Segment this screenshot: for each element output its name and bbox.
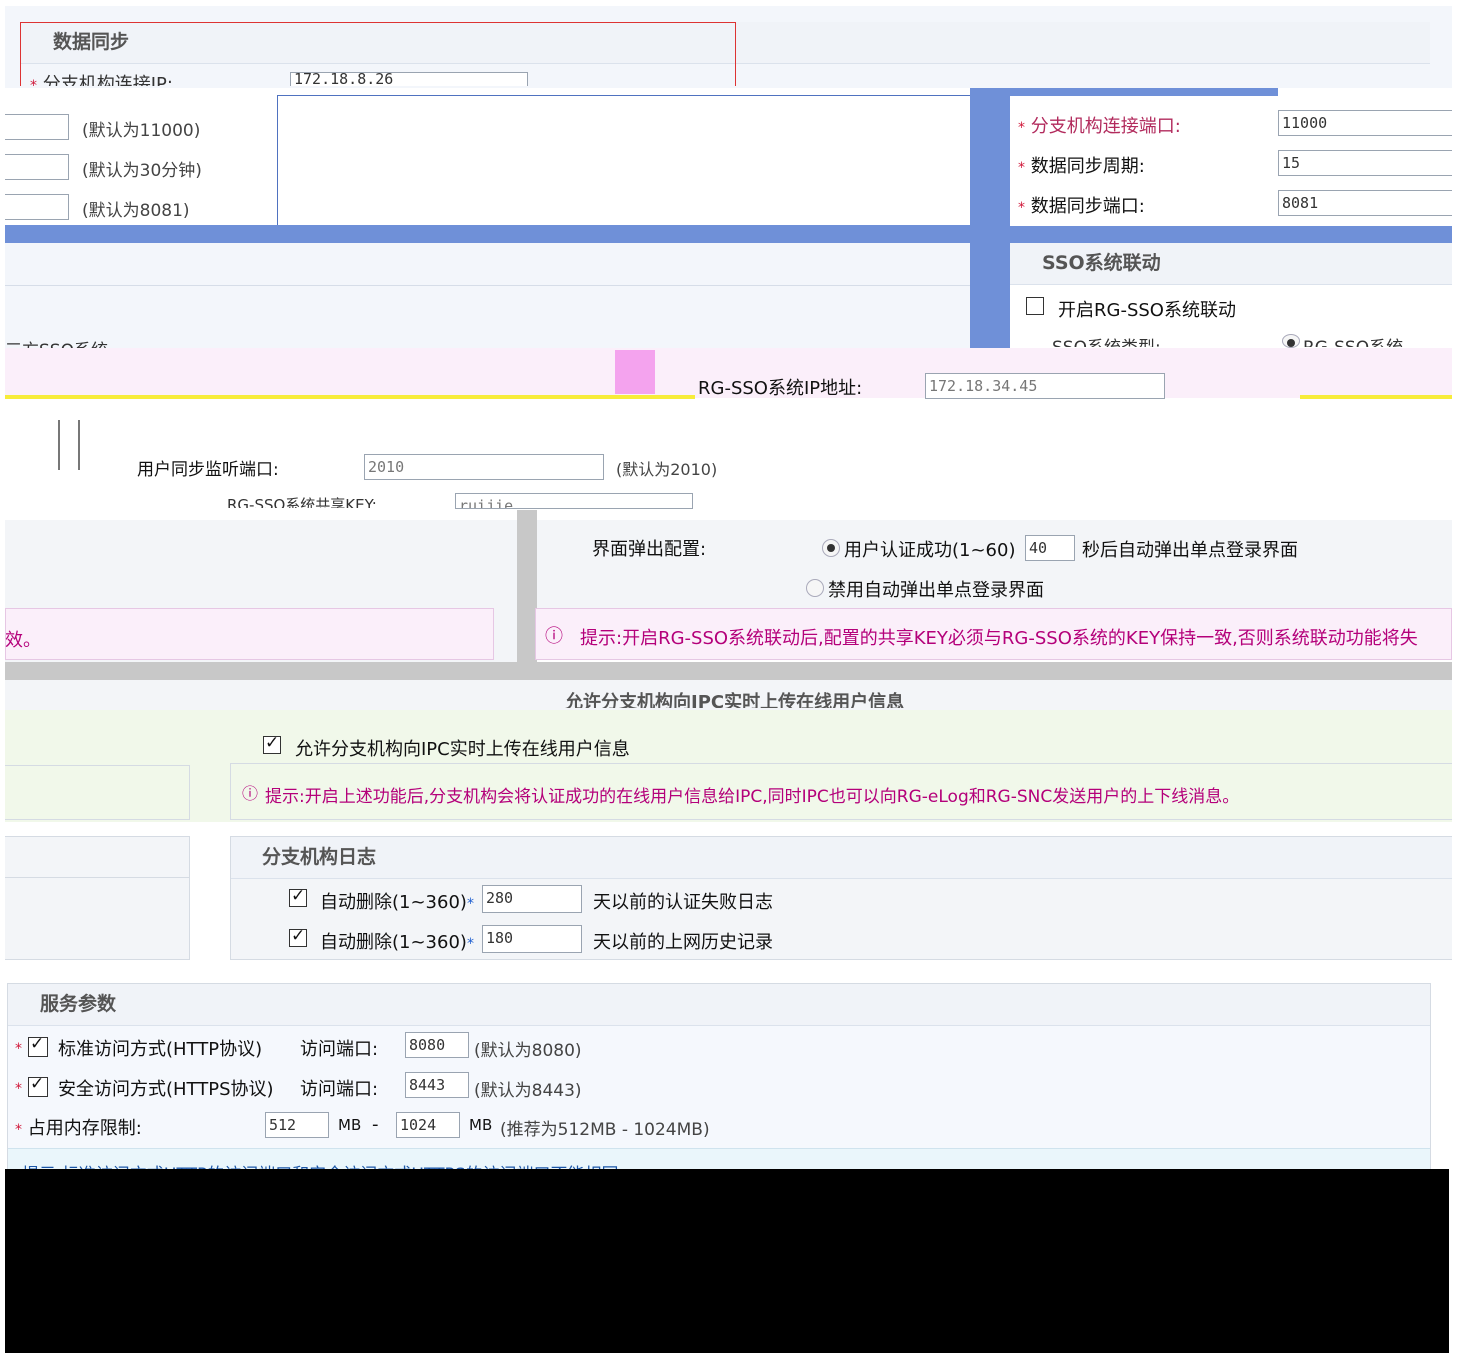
sync-port-input-left[interactable] bbox=[5, 194, 69, 220]
sync-port-input[interactable]: 8081 bbox=[1278, 190, 1452, 216]
ipc-left-box bbox=[5, 765, 190, 820]
listen-port-hint: (默认为2010) bbox=[616, 460, 718, 479]
port-input[interactable]: 11000 bbox=[1278, 110, 1452, 136]
mem-unit-1: MB bbox=[338, 1116, 362, 1134]
sso-left-band-line bbox=[5, 285, 970, 286]
mem-max-input[interactable]: 1024 bbox=[396, 1112, 460, 1138]
black-occlusion bbox=[5, 1169, 1449, 1353]
sso-left-band bbox=[5, 243, 970, 349]
popup-option1-prefix: 用户认证成功(1~60) bbox=[844, 540, 1016, 561]
ipc-upload-checkbox[interactable] bbox=[263, 733, 281, 754]
period-label: * 数据同步周期: bbox=[1018, 156, 1145, 177]
sso-section-title: SSO系统联动 bbox=[1010, 243, 1452, 285]
listen-port-input[interactable]: 2010 bbox=[364, 454, 604, 480]
sso-ip-input[interactable]: 172.18.34.45 bbox=[925, 373, 1165, 399]
mem-label: * 占用内存限制: bbox=[15, 1118, 142, 1139]
log-row1-input[interactable]: 280 bbox=[482, 885, 582, 913]
https-port-label: 访问端口: bbox=[300, 1079, 379, 1100]
http-checkbox[interactable] bbox=[28, 1034, 48, 1057]
log-delete-auth-checkbox[interactable] bbox=[289, 886, 307, 907]
popup-radio-auto[interactable] bbox=[822, 539, 840, 557]
popup-option2-label: 禁用自动弹出单点登录界面 bbox=[828, 580, 1044, 601]
sso-ip-label: RG-SSO系统IP地址: bbox=[698, 378, 863, 399]
ipc-tip-text: 提示:开启上述功能后,分支机构会将认证成功的在线用户信息给IPC,同时IPC也可… bbox=[265, 787, 1240, 807]
mem-hint: (推荐为512MB - 1024MB) bbox=[500, 1120, 710, 1140]
http-label: 标准访问方式(HTTP协议) bbox=[58, 1039, 263, 1060]
period-input-left[interactable] bbox=[5, 154, 69, 180]
http-port-label: 访问端口: bbox=[300, 1039, 379, 1060]
glitch-bars bbox=[58, 420, 80, 470]
port-label: * 分支机构连接端口: bbox=[1018, 116, 1181, 137]
warning-icon: ⓘ bbox=[545, 626, 563, 647]
sso-tip-left-fragment: 效。 bbox=[5, 630, 41, 651]
mem-unit-2: MB bbox=[469, 1116, 493, 1134]
http-star: * bbox=[15, 1041, 22, 1057]
log-row2-input[interactable]: 180 bbox=[482, 925, 582, 953]
service-section-title: 服务参数 bbox=[8, 984, 1430, 1026]
listen-port-label: 用户同步监听端口: bbox=[137, 460, 279, 480]
sso-type-radio-rg[interactable] bbox=[1282, 334, 1300, 348]
https-label: 安全访问方式(HTTPS协议) bbox=[58, 1079, 274, 1100]
ipc-gray-strip bbox=[5, 662, 1452, 680]
hint-sync-port: (默认为8081) bbox=[82, 201, 190, 221]
https-checkbox[interactable] bbox=[28, 1074, 48, 1097]
popup-config-label: 界面弹出配置: bbox=[592, 539, 707, 560]
branch-ip-input[interactable]: 172.18.8.26 bbox=[290, 72, 528, 86]
enable-sso-label: 开启RG-SSO系统联动 bbox=[1058, 300, 1236, 321]
yellow-line bbox=[5, 395, 695, 399]
ipc-info-icon: ⓘ bbox=[242, 784, 259, 803]
https-port-hint: (默认为8443) bbox=[474, 1081, 582, 1101]
pink-block bbox=[615, 350, 655, 394]
service-tip-text: 提示:标准访问方式HTTP的访问端口和安全访问方式HTTPS的访问端口不能相同 bbox=[22, 1160, 619, 1169]
log-row1-suffix: 天以前的认证失败日志 bbox=[593, 892, 773, 913]
ipc-section-title: 允许分支机构向IPC实时上传在线用户信息 bbox=[565, 692, 905, 708]
ipc-upload-label: 允许分支机构向IPC实时上传在线用户信息 bbox=[295, 739, 630, 760]
branch-ip-label: * 分支机构连接IP: bbox=[30, 74, 173, 86]
sso-type-option: RG-SSO系统 bbox=[1303, 333, 1403, 347]
period-input[interactable]: 15 bbox=[1278, 150, 1452, 176]
port-input-left[interactable] bbox=[5, 114, 69, 140]
log-delete-history-checkbox[interactable] bbox=[289, 926, 307, 947]
yellow-line-right bbox=[1300, 395, 1452, 399]
third-party-sso-label: 三方SSO系统 bbox=[5, 336, 108, 348]
hint-port: (默认为11000) bbox=[82, 121, 201, 141]
mem-min-input[interactable]: 512 bbox=[265, 1112, 329, 1138]
sso-tip-text: 提示:开启RG-SSO系统联动后,配置的共享KEY必须与RG-SSO系统的KEY… bbox=[580, 628, 1418, 649]
https-star: * bbox=[15, 1081, 22, 1097]
popup-radio-disable[interactable] bbox=[806, 579, 824, 597]
http-port-input[interactable]: 8080 bbox=[405, 1032, 469, 1058]
https-port-input[interactable]: 8443 bbox=[405, 1072, 469, 1098]
log-left-panel bbox=[5, 836, 190, 960]
sso-key-input[interactable]: ruijie bbox=[455, 493, 693, 509]
blue-frame-vertical bbox=[970, 88, 1010, 350]
log-section-title: 分支机构日志 bbox=[231, 837, 1452, 879]
blue-frame-horizontal bbox=[5, 225, 1452, 243]
sso-type-label: SSO系统类型: bbox=[1052, 333, 1161, 347]
log-row2-prefix: 自动删除(1~360)* bbox=[320, 932, 474, 953]
hint-period: (默认为30分钟) bbox=[82, 161, 202, 181]
sso-key-label: RG-SSO系统共享KEY: bbox=[227, 496, 377, 508]
log-left-divider bbox=[5, 877, 190, 878]
log-row2-suffix: 天以前的上网历史记录 bbox=[593, 932, 773, 953]
mem-dash: - bbox=[372, 1114, 379, 1135]
blue-frame-top bbox=[1010, 88, 1278, 96]
enable-sso-checkbox[interactable] bbox=[1026, 297, 1044, 315]
sso-tip-left bbox=[5, 608, 494, 660]
sync-port-label: * 数据同步端口: bbox=[1018, 196, 1145, 217]
http-port-hint: (默认为8080) bbox=[474, 1041, 582, 1061]
popup-option1-suffix: 秒后自动弹出单点登录界面 bbox=[1082, 540, 1298, 561]
popup-seconds-input[interactable]: 40 bbox=[1025, 535, 1075, 561]
log-row1-prefix: 自动删除(1~360)* bbox=[320, 892, 474, 913]
sync-preview-box bbox=[277, 95, 970, 228]
